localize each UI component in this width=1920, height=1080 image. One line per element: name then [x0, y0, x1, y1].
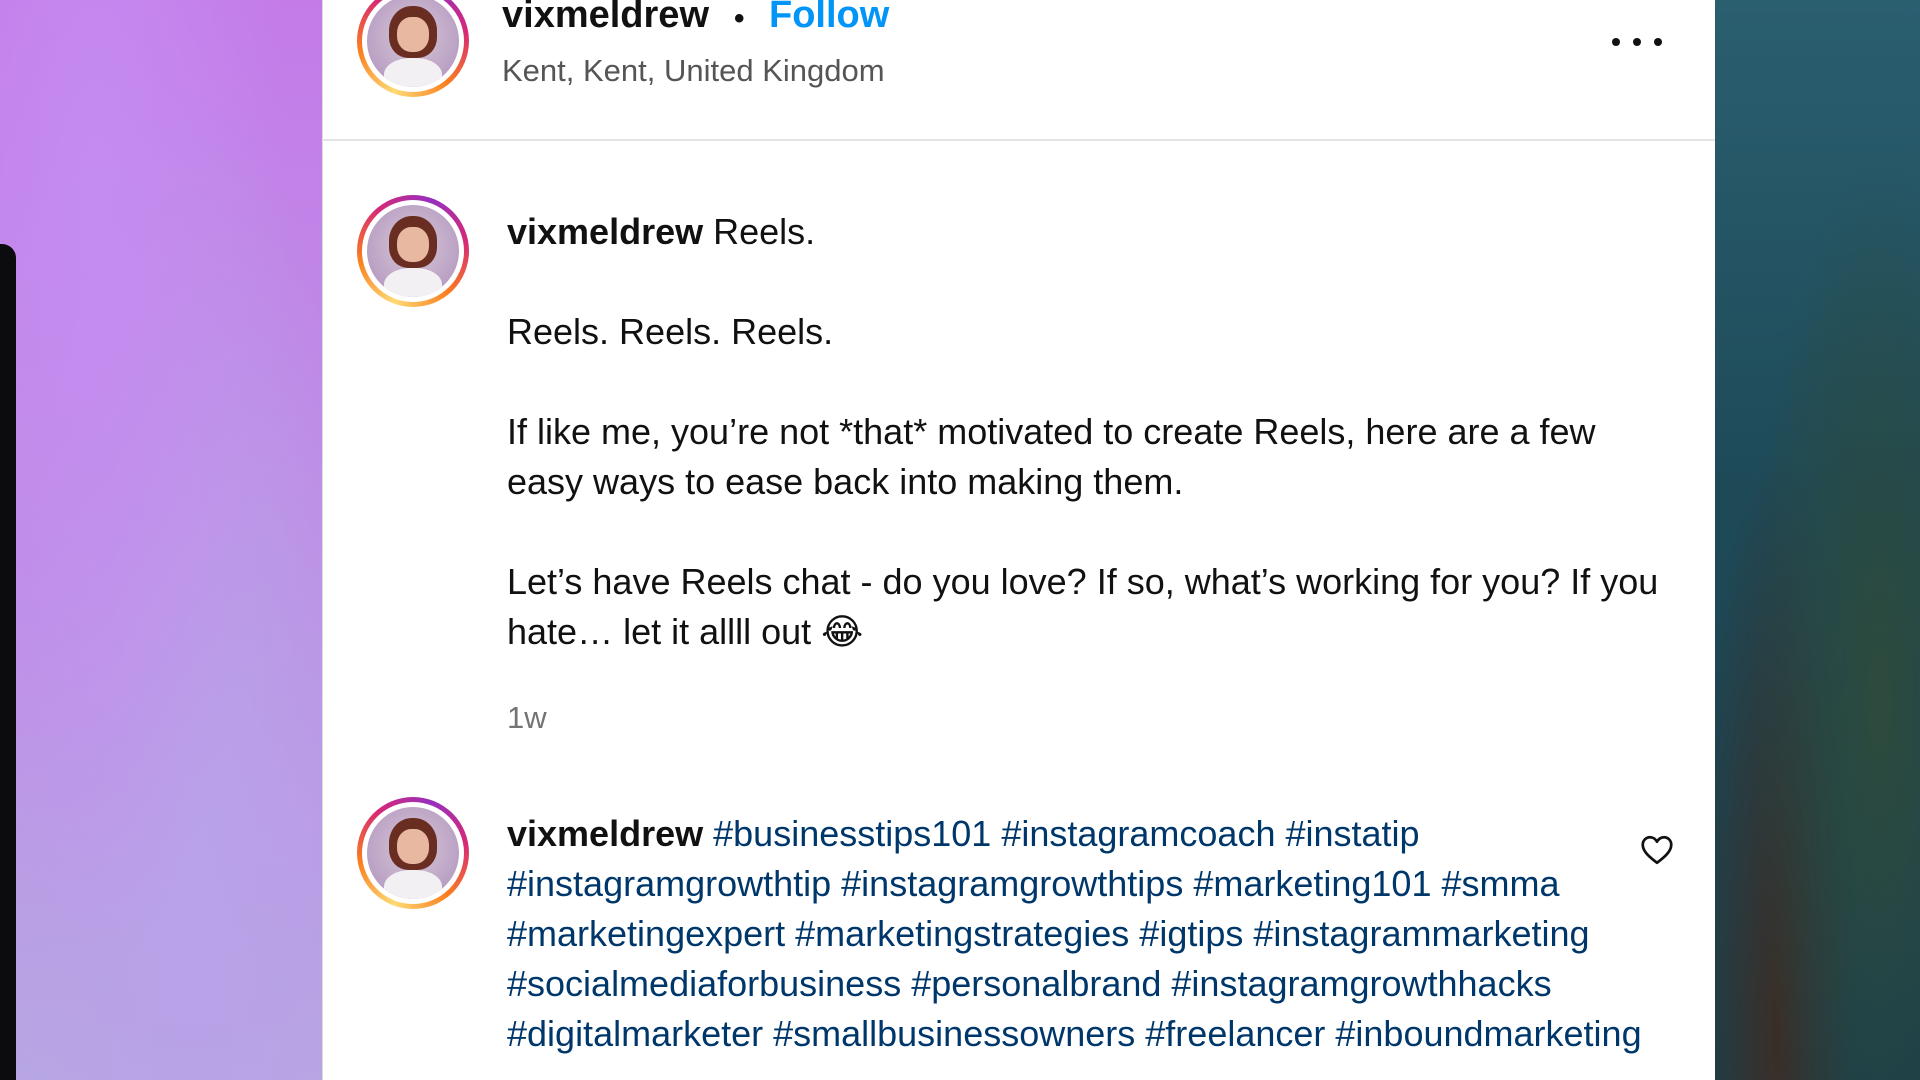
more-dot — [1654, 38, 1662, 46]
comment-username[interactable]: vixmeldrew — [507, 813, 703, 854]
laughing-emoji: 😂 — [821, 612, 864, 653]
caption-first-line: vixmeldrew Reels. — [507, 207, 1677, 257]
hashtag-comment: vixmeldrew #businesstips101 #instagramco… — [507, 809, 1657, 1059]
header-separator: • — [734, 2, 745, 35]
post-timestamp[interactable]: 1w — [507, 700, 547, 736]
background-right — [1715, 0, 1920, 1080]
caption-paragraph-last: Let’s have Reels chat - do you love? If … — [507, 557, 1677, 658]
caption-paragraph: If like me, you’re not *that* motivated … — [507, 411, 1596, 502]
caption-username[interactable]: vixmeldrew — [507, 211, 703, 252]
follow-button[interactable]: Follow — [769, 0, 889, 37]
comment-avatar[interactable] — [357, 797, 469, 909]
caption-paragraph: Let’s have Reels chat - do you love? If … — [507, 561, 1659, 652]
caption-paragraph: Reels. Reels. Reels. — [507, 311, 834, 352]
more-options-icon[interactable] — [1612, 30, 1662, 54]
more-dot — [1633, 38, 1641, 46]
background-left — [0, 0, 322, 1080]
more-dot — [1612, 38, 1620, 46]
caption-avatar[interactable] — [357, 195, 469, 307]
caption: vixmeldrew Reels. Reels. Reels. Reels. I… — [507, 207, 1677, 658]
device-edge — [0, 244, 16, 1080]
caption-text: Reels. — [713, 211, 816, 252]
post-location[interactable]: Kent, Kent, United Kingdom — [502, 53, 885, 89]
heart-icon[interactable] — [1638, 832, 1676, 868]
header-username[interactable]: vixmeldrew — [502, 0, 709, 37]
